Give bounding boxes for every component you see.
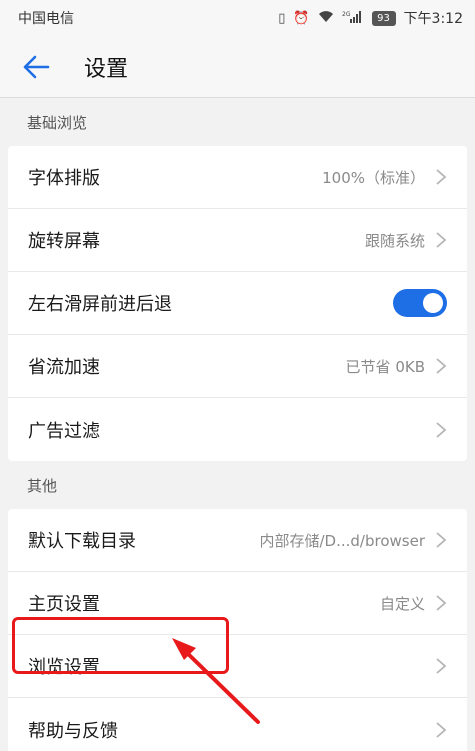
clock-label: 下午3:12 <box>403 11 463 27</box>
chevron-right-icon <box>436 658 447 674</box>
network-type-label: 2G <box>342 11 351 18</box>
vibrate-icon: ▯ <box>278 10 286 26</box>
row-rotate-screen[interactable]: 旋转屏幕 跟随系统 <box>8 209 467 272</box>
chevron-right-icon <box>436 358 447 374</box>
row-ad-filter[interactable]: 广告过滤 <box>8 398 467 461</box>
wifi-icon <box>318 10 334 27</box>
toggle-knob <box>423 293 443 313</box>
carrier-label: 中国电信 <box>18 11 74 27</box>
chevron-right-icon <box>436 169 447 185</box>
row-label: 默认下载目录 <box>28 531 136 552</box>
row-font-layout[interactable]: 字体排版 100%（标准） <box>8 146 467 209</box>
chevron-right-icon <box>436 232 447 248</box>
row-value: 自定义 <box>379 594 425 613</box>
row-browsing-settings[interactable]: 浏览设置 <box>8 635 467 698</box>
row-download-directory[interactable]: 默认下载目录 内部存储/D...d/browser <box>8 509 467 572</box>
section-header-other: 其他 <box>0 461 475 509</box>
back-arrow-icon[interactable] <box>22 47 62 87</box>
chevron-right-icon <box>436 421 447 438</box>
row-value: 内部存储/D...d/browser <box>259 531 426 550</box>
row-label: 广告过滤 <box>28 420 100 442</box>
swipe-navigation-toggle[interactable] <box>393 289 447 317</box>
row-value: 跟随系统 <box>364 231 425 250</box>
settings-group-other: 默认下载目录 内部存储/D...d/browser 主页设置 自定义 浏览设置 … <box>8 509 467 751</box>
row-swipe-navigation: 左右滑屏前进后退 <box>8 272 467 335</box>
row-data-saver[interactable]: 省流加速 已节省 0KB <box>8 335 467 398</box>
row-homepage-settings[interactable]: 主页设置 自定义 <box>8 572 467 635</box>
status-icons: ▯ ⏰ 2G 93 下午3:12 <box>278 8 463 28</box>
row-value: 已节省 0KB <box>345 357 425 376</box>
app-bar: 设置 <box>0 36 475 98</box>
row-label: 浏览设置 <box>28 657 100 678</box>
alarm-icon: ⏰ <box>293 10 310 26</box>
row-value: 100%（标准） <box>322 168 425 187</box>
chevron-right-icon <box>436 532 447 548</box>
row-label: 省流加速 <box>28 357 100 378</box>
settings-group-basic: 字体排版 100%（标准） 旋转屏幕 跟随系统 左右滑屏前进后退 省流加速 已节… <box>8 146 467 461</box>
chevron-right-icon <box>436 595 447 611</box>
chevron-right-icon <box>436 721 447 738</box>
signal-icon: 2G <box>342 10 364 27</box>
battery-icon: 93 <box>371 10 396 26</box>
row-label: 主页设置 <box>28 594 100 615</box>
row-help-feedback[interactable]: 帮助与反馈 <box>8 698 467 751</box>
page-title: 设置 <box>84 56 129 82</box>
status-bar: 中国电信 ▯ ⏰ 2G 93 下午3:12 <box>0 0 475 36</box>
row-label: 旋转屏幕 <box>28 231 100 252</box>
row-label: 字体排版 <box>28 168 100 189</box>
row-label: 左右滑屏前进后退 <box>28 294 172 315</box>
row-label: 帮助与反馈 <box>28 720 118 742</box>
section-header-basic: 基础浏览 <box>0 98 475 146</box>
